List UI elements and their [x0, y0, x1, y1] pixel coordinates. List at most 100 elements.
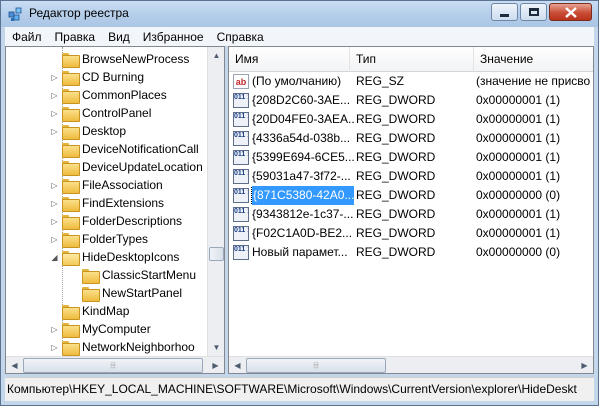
tree-item-label: ControlPanel — [82, 106, 152, 120]
grip-icon: ⦙⦙⦙ — [313, 360, 319, 370]
value-name: {871C5380-42A0... — [250, 186, 354, 205]
dword-value-icon: 011 110 — [233, 207, 249, 222]
value-row[interactable]: 011 110{F02C1A0D-BE2...REG_DWORD 0x000000… — [229, 224, 593, 243]
collapse-arrow-icon[interactable]: ◢ — [50, 248, 59, 266]
value-row[interactable]: 011 110{59031a47-3f72-...REG_DWORD0x0000… — [229, 167, 593, 186]
expand-arrow-icon[interactable]: ▷ — [50, 68, 59, 86]
value-list-pane[interactable]: Имя Тип Значение ab (По умолчанию) REG_SZ(… — [228, 46, 594, 374]
title-bar[interactable]: Редактор реестра — [1, 1, 598, 27]
scroll-up-arrow-icon[interactable]: ▲ — [208, 47, 224, 64]
column-header-type[interactable]: Тип — [350, 47, 474, 72]
tree-item[interactable]: ▷ Desktop — [50, 122, 126, 140]
value-type: REG_DWORD — [356, 93, 436, 107]
close-button[interactable] — [549, 3, 592, 21]
menu-edit[interactable]: Правка — [48, 30, 102, 44]
tree-item[interactable]: ClassicStartMenu — [70, 266, 196, 284]
folder-icon — [62, 106, 80, 122]
tree-horizontal-scrollbar[interactable]: ◀ ⦙⦙⦙ ▶ — [6, 356, 224, 373]
folder-icon — [62, 160, 80, 176]
tree-item[interactable]: ▷ FindExtensions — [50, 194, 164, 212]
value-name-cell: 011 110{59031a47-3f72-... — [233, 167, 354, 186]
value-row[interactable]: 011 110{9343812e-1c37-...REG_DWORD 0x0000… — [229, 205, 593, 224]
expand-arrow-icon[interactable]: ▷ — [50, 122, 59, 140]
folder-icon — [62, 88, 80, 104]
tree-vertical-scrollbar[interactable]: ▲ ▼ — [207, 47, 224, 356]
value-name: {4336a54d-038b... — [252, 131, 351, 145]
expand-arrow-icon[interactable]: ▷ — [50, 176, 59, 194]
value-data: 0x00000000 (0) — [476, 188, 561, 202]
tree-item[interactable]: ▷ FolderDescriptions — [50, 212, 182, 230]
tree-item[interactable]: ▷ NetworkNeighborhoo — [50, 338, 195, 356]
tree-item[interactable]: ▷ CommonPlaces — [50, 86, 167, 104]
value-row[interactable]: ab (По умолчанию) REG_SZ (значение не присв… — [229, 72, 593, 91]
value-name: {20D04FE0-3AEA... — [252, 112, 354, 126]
scroll-left-arrow-icon[interactable]: ◀ — [6, 357, 23, 373]
column-header-data[interactable]: Значение — [474, 47, 593, 72]
expand-arrow-icon[interactable]: ▷ — [50, 104, 59, 122]
tree-item[interactable]: ▷ FolderTypes — [50, 230, 148, 248]
value-data: 0x00000001 (1) — [476, 93, 561, 107]
expand-arrow-icon[interactable]: ▷ — [50, 212, 59, 230]
expand-arrow-icon[interactable]: ▷ — [50, 194, 59, 212]
scroll-down-arrow-icon[interactable]: ▼ — [208, 339, 224, 356]
expand-arrow-icon[interactable]: ▷ — [50, 320, 59, 338]
minimize-icon — [500, 13, 509, 17]
tree-vertical-scroll-thumb[interactable] — [209, 247, 224, 261]
value-type: REG_SZ — [356, 74, 405, 88]
list-horizontal-scroll-thumb[interactable]: ⦙⦙⦙ — [246, 358, 386, 373]
value-type: REG_DWORD — [356, 207, 436, 221]
value-row[interactable]: 011 110{871C5380-42A0...REG_DWORD 0x00000… — [229, 186, 593, 205]
value-name-cell: 011 110{20D04FE0-3AEA... — [233, 110, 354, 129]
value-row[interactable]: 011 110{4336a54d-038b...REG_DWORD0x00000… — [229, 129, 593, 148]
value-name-cell: ab (По умолчанию) — [233, 72, 354, 91]
value-row[interactable]: 011 110{20D04FE0-3AEA...REG_DWORD 0x00000… — [229, 110, 593, 129]
menu-view[interactable]: Вид — [101, 30, 136, 44]
tree-item[interactable]: ▷ CD Burning — [50, 68, 144, 86]
tree-item[interactable]: BrowseNewProcess — [50, 50, 189, 68]
window-title: Редактор реестра — [29, 6, 129, 20]
value-name-cell: 011 110{9343812e-1c37-... — [233, 205, 354, 224]
expand-arrow-icon[interactable]: ▷ — [50, 86, 59, 104]
menu-help[interactable]: Справка — [210, 30, 270, 44]
tree-item[interactable]: KindMap — [50, 302, 129, 320]
tree-item[interactable]: ▷ FileAssociation — [50, 176, 163, 194]
maximize-button[interactable] — [520, 3, 547, 21]
column-header-name[interactable]: Имя — [229, 47, 350, 72]
tree-item[interactable]: NewStartPanel — [70, 284, 182, 302]
scroll-right-arrow-icon[interactable]: ▶ — [207, 357, 224, 373]
tree-item[interactable]: ▷ MyComputer — [50, 320, 151, 338]
value-name: {59031a47-3f72-... — [252, 169, 351, 183]
value-row[interactable]: 011 110Новый парамет...REG_DWORD0x000000… — [229, 243, 593, 262]
scroll-right-arrow-icon[interactable]: ▶ — [576, 357, 593, 373]
key-tree-pane[interactable]: BrowseNewProcess ▷ CD Burning ▷ CommonPlaces… — [5, 46, 225, 374]
menu-favorites[interactable]: Избранное — [136, 30, 210, 44]
tree-item-label: KindMap — [82, 304, 130, 318]
dword-value-icon: 011 110 — [233, 226, 249, 241]
tree-horizontal-scroll-thumb[interactable]: ⦙⦙⦙ — [23, 358, 203, 373]
value-type: REG_DWORD — [356, 226, 436, 240]
dword-value-icon: 011 110 — [233, 188, 249, 203]
value-row[interactable]: 011 110{5399E694-6CE5...REG_DWORD 0x00000… — [229, 148, 593, 167]
tree-item[interactable]: ◢ HideDesktopIcons — [50, 248, 179, 266]
tree-item-label: FileAssociation — [82, 178, 163, 192]
string-value-icon: ab — [233, 74, 249, 89]
menu-file[interactable]: Файл — [5, 30, 48, 44]
scroll-left-arrow-icon[interactable]: ◀ — [229, 357, 246, 373]
minimize-button[interactable] — [491, 3, 518, 21]
value-name: Новый парамет... — [252, 245, 348, 259]
value-name-cell: 011 110{5399E694-6CE5... — [233, 148, 354, 167]
value-row[interactable]: 011 110{208D2C60-3AE...REG_DWORD0x000000… — [229, 91, 593, 110]
list-horizontal-scrollbar[interactable]: ◀ ⦙⦙⦙ ▶ — [229, 356, 593, 373]
tree-item[interactable]: DeviceNotificationCall — [50, 140, 199, 158]
expand-arrow-icon[interactable]: ▷ — [50, 230, 59, 248]
tree-item[interactable]: ▷ ControlPanel — [50, 104, 151, 122]
expand-arrow-icon[interactable]: ▷ — [50, 338, 59, 356]
tree-item[interactable]: DeviceUpdateLocation — [50, 158, 203, 176]
tree-item-label: CommonPlaces — [82, 88, 167, 102]
folder-icon — [62, 196, 80, 212]
tree-item-label: NetworkNeighborhoo — [82, 340, 195, 354]
tree-item-label: FindExtensions — [82, 196, 165, 210]
